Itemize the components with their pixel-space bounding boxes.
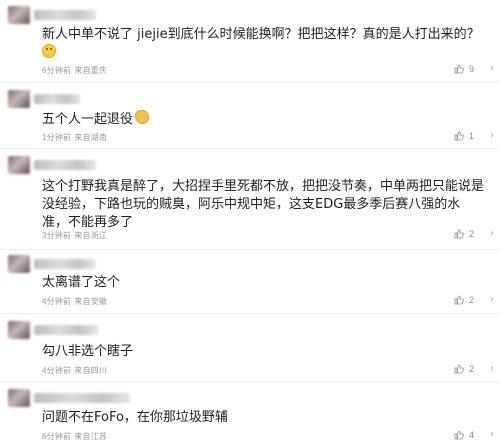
smile-emoji-icon (42, 44, 56, 58)
thumbs-up-icon (454, 64, 464, 74)
comment-text: 太离谱了这个 (42, 275, 121, 290)
like-button[interactable]: 9 (454, 64, 474, 74)
comment-text: 新人中单不说了 jiejie到底什么时候能换啊？把把这样？真的是人打出来的？ (42, 26, 486, 62)
thumbs-up-icon (454, 131, 464, 141)
comment-text: 五个人一起退役 (42, 110, 486, 129)
comment-meta: 3分钟前 来自浙江 (42, 231, 108, 240)
username-blurred[interactable] (34, 259, 96, 269)
chevron-right-icon[interactable]: › (490, 63, 494, 74)
like-button[interactable]: 2 (454, 295, 474, 305)
avatar[interactable] (8, 255, 30, 273)
username-blurred[interactable] (34, 393, 130, 403)
thumbs-up-icon (454, 295, 464, 305)
thumbs-up-icon (454, 364, 464, 374)
username-blurred[interactable] (34, 325, 98, 335)
chevron-right-icon[interactable]: › (490, 130, 494, 141)
like-button[interactable]: 2 (454, 229, 474, 239)
comment-item: 新人中单不说了 jiejie到底什么时候能换啊？把把这样？真的是人打出来的？ 6… (0, 0, 500, 80)
avatar[interactable] (8, 156, 30, 174)
thumbs-up-icon (454, 430, 464, 440)
divider (0, 249, 500, 250)
comment-meta: 4分钟前 来自安徽 (42, 297, 108, 306)
username-blurred[interactable] (34, 10, 96, 20)
comment-meta: 6分钟前 来自重庆 (42, 66, 108, 75)
like-button[interactable]: 4 (454, 430, 474, 440)
wave-emoji-icon (135, 110, 150, 124)
comment-text: 勾八非选个瞎子 (42, 344, 134, 359)
comment-item: 勾八非选个瞎子 4分钟前 来自四川 2 › (0, 315, 500, 379)
avatar[interactable] (8, 6, 30, 24)
avatar[interactable] (8, 389, 30, 407)
comment-text: 问题不在FoFo，在你那垃圾野辅 (42, 410, 228, 425)
comment-item: 太离谱了这个 4分钟前 来自安徽 2 › (0, 251, 500, 309)
like-button[interactable]: 2 (454, 364, 474, 374)
username-blurred[interactable] (34, 160, 96, 170)
comment-meta: 4分钟前 来自四川 (42, 366, 108, 375)
like-button[interactable]: 1 (454, 131, 474, 141)
avatar[interactable] (8, 90, 30, 108)
username-blurred[interactable] (34, 94, 80, 104)
divider (0, 381, 500, 382)
comment-meta: 6分钟前 来自江苏 (42, 432, 108, 441)
chevron-right-icon[interactable]: › (490, 294, 494, 305)
comment-item: 五个人一起退役 1分钟前 来自湖南 1 › (0, 84, 500, 146)
divider (0, 148, 500, 149)
chevron-right-icon[interactable]: › (490, 228, 494, 239)
chevron-right-icon[interactable]: › (490, 429, 494, 440)
divider (0, 82, 500, 83)
thumbs-up-icon (454, 229, 464, 239)
comment-item: 问题不在FoFo，在你那垃圾野辅 6分钟前 来自江苏 4 › (0, 383, 500, 441)
comment-item: 这个打野我真是醉了，大招捏手里死都不放，把把没节奏，中单两把只能说是没经验，下路… (0, 150, 500, 248)
divider (0, 313, 500, 314)
comment-meta: 1分钟前 来自湖南 (42, 133, 108, 142)
avatar[interactable] (8, 321, 30, 339)
comment-text: 这个打野我真是醉了，大招捏手里死都不放，把把没节奏，中单两把只能说是没经验，下路… (42, 179, 485, 230)
chevron-right-icon[interactable]: › (490, 363, 494, 374)
